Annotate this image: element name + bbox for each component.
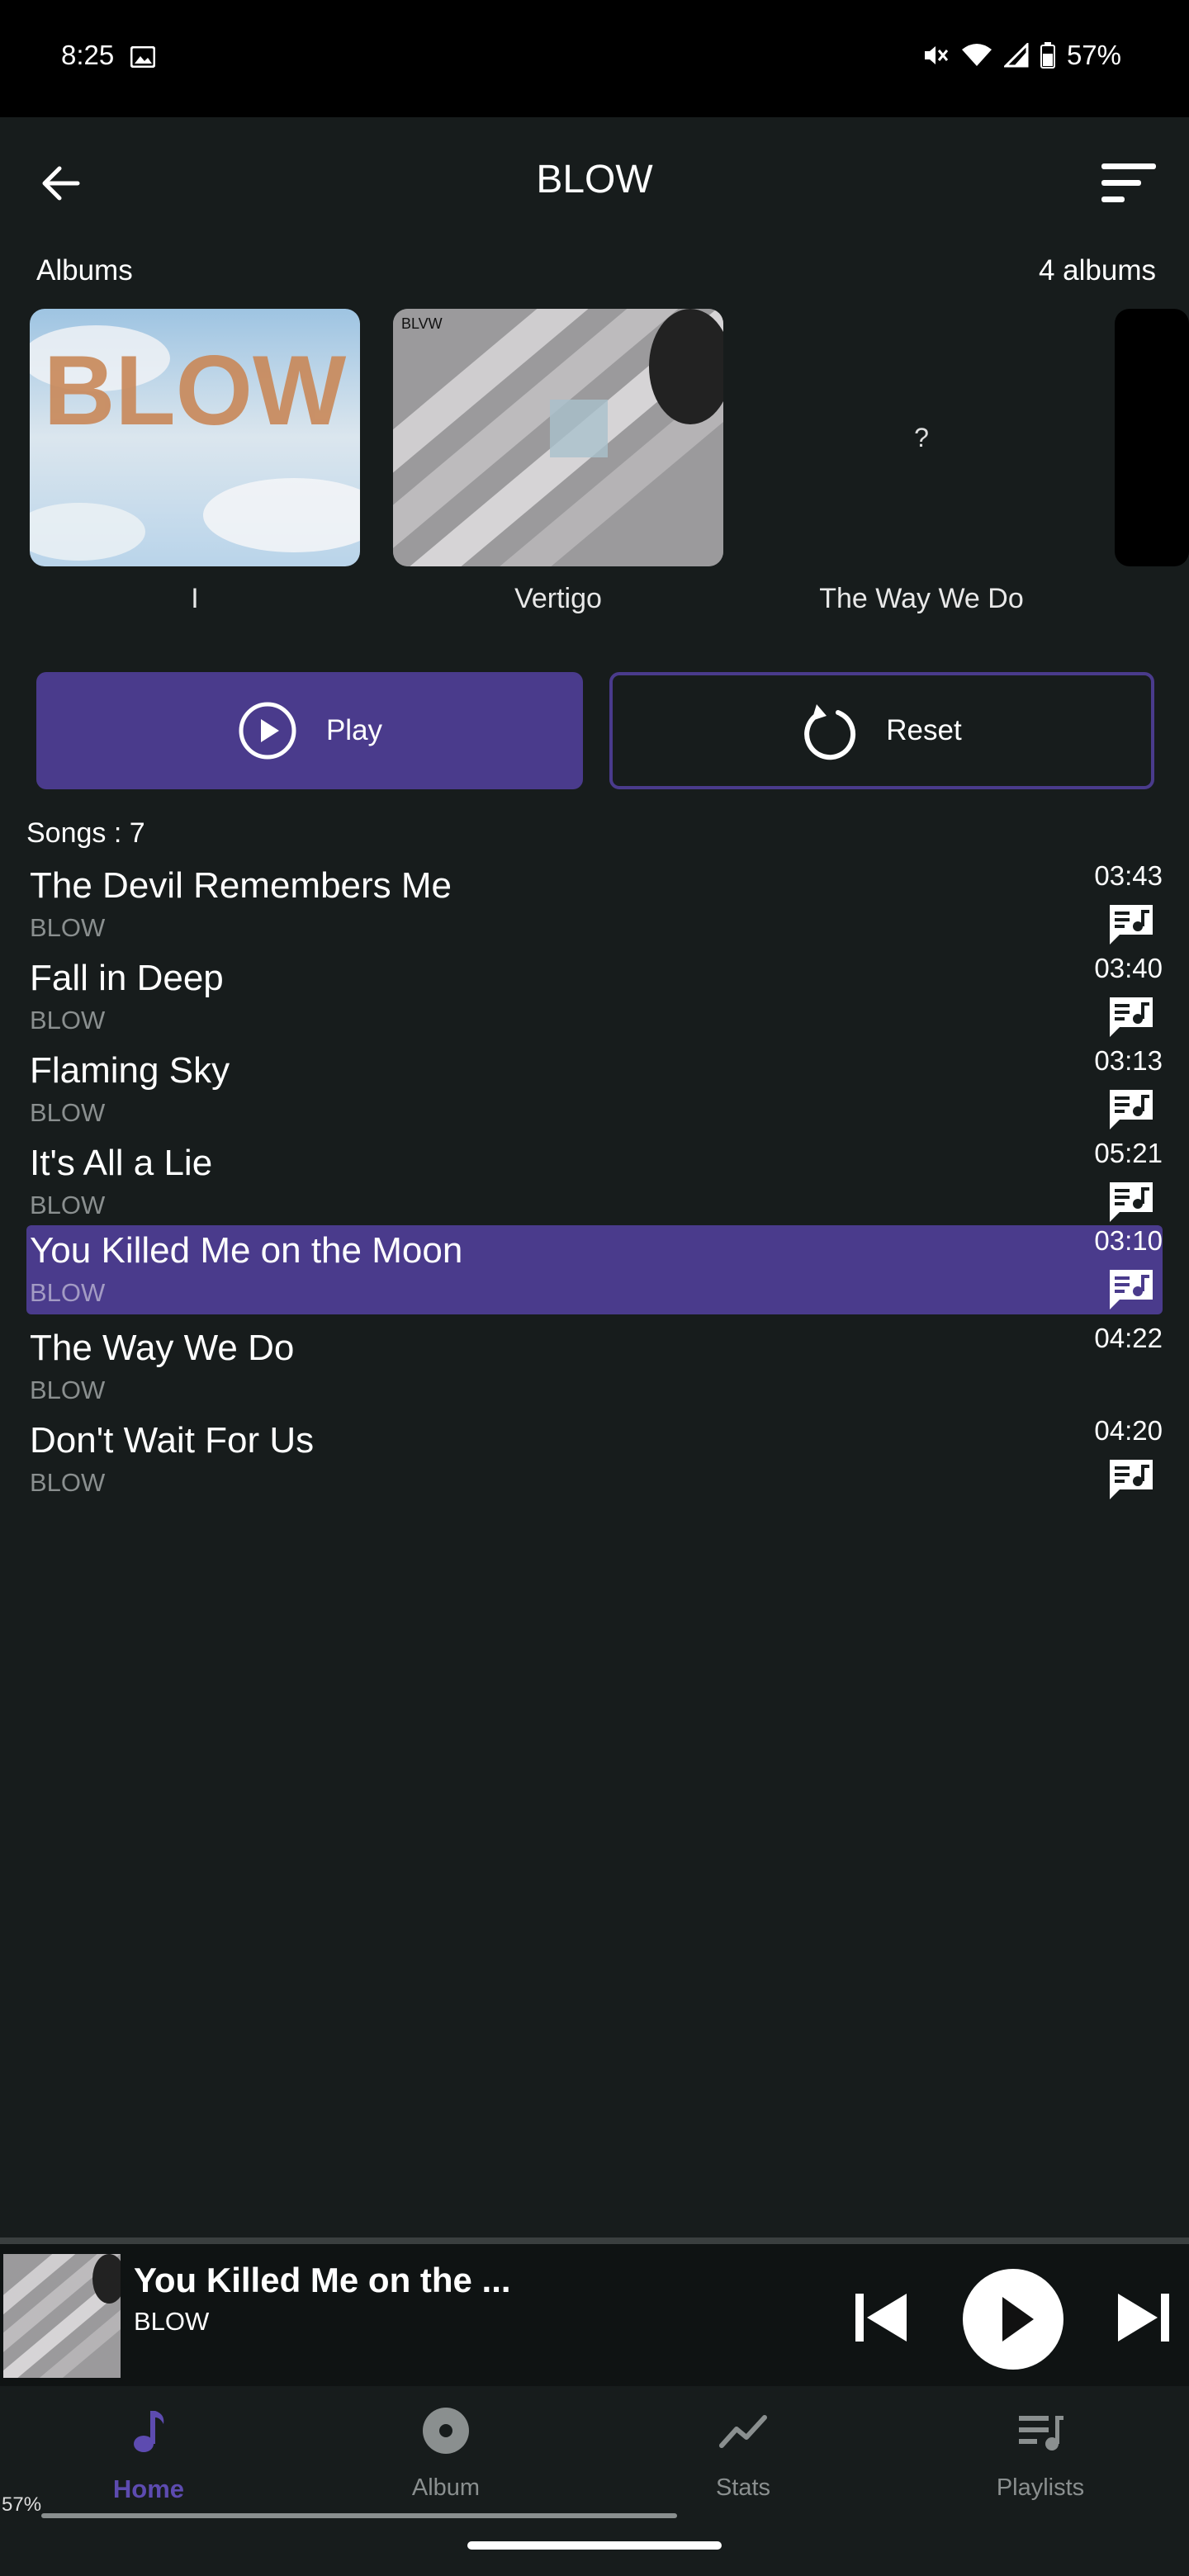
song-duration: 03:43 (1094, 860, 1163, 891)
songs-count: Songs : 7 (26, 817, 145, 849)
lyrics-icon[interactable] (1108, 996, 1154, 1039)
mini-player[interactable]: You Killed Me on the ... BLOW (0, 2244, 1189, 2386)
song-row[interactable]: Fall in Deep BLOW 03:40 (26, 953, 1163, 1042)
album-card-i[interactable]: BLOW I (30, 309, 360, 615)
song-title: Don't Wait For Us (30, 1420, 315, 1461)
song-duration: 03:10 (1094, 1225, 1163, 1256)
sort-icon[interactable] (1100, 162, 1158, 206)
song-title: Flaming Sky (30, 1050, 230, 1091)
mini-player-artist: BLOW (134, 2307, 210, 2336)
albums-label: Albums (36, 254, 133, 286)
album-card-the-way-we-do[interactable]: ? The Way We Do (756, 309, 1087, 615)
lyrics-icon[interactable] (1108, 1458, 1154, 1501)
lyrics-icon[interactable] (1108, 1088, 1154, 1131)
playback-progress-bar[interactable] (0, 2237, 1189, 2244)
song-artist: BLOW (30, 1098, 106, 1127)
placeholder-text: ? (914, 422, 929, 452)
album-title: The Way We Do (819, 583, 1024, 614)
song-artist: BLOW (30, 913, 106, 942)
play-button-label: Play (325, 714, 383, 746)
song-row[interactable]: Flaming Sky BLOW 03:13 (26, 1045, 1163, 1134)
album-art-text: BLOW (44, 335, 347, 446)
album-title: I (191, 583, 199, 614)
skip-next-icon[interactable] (1115, 2290, 1172, 2345)
album-disc-icon (423, 2408, 469, 2454)
play-pause-button[interactable] (963, 2269, 1063, 2370)
skip-previous-icon[interactable] (852, 2290, 910, 2345)
wifi-icon (961, 44, 992, 66)
play-circle-icon (239, 702, 296, 760)
song-duration: 05:21 (1094, 1138, 1163, 1168)
reset-icon (804, 704, 856, 760)
album-card-vertigo[interactable]: BLVW Vertigo (393, 309, 723, 615)
status-time: 8:25 (61, 40, 115, 70)
nav-playlists[interactable]: Playlists (925, 2406, 1156, 2502)
song-artist: BLOW (30, 1376, 106, 1404)
album-cover-vertigo: BLVW (393, 309, 723, 566)
lyrics-icon[interactable] (1108, 903, 1154, 946)
reset-button[interactable]: Reset (609, 672, 1154, 789)
progress-indicator (41, 2513, 677, 2518)
play-icon (1002, 2297, 1034, 2342)
song-title: Fall in Deep (30, 958, 224, 998)
lyrics-icon[interactable] (1108, 1268, 1154, 1311)
nav-home[interactable]: Home (33, 2406, 264, 2504)
mini-player-title: You Killed Me on the ... (134, 2261, 511, 2299)
song-row[interactable]: Don't Wait For Us BLOW 04:20 (26, 1415, 1163, 1504)
album-card-partial[interactable] (1115, 309, 1189, 566)
battery-percent: 57% (1066, 40, 1121, 70)
gesture-handle[interactable] (467, 2541, 722, 2550)
battery-icon (1040, 42, 1055, 69)
nav-stats[interactable]: Stats (628, 2406, 859, 2502)
page-title: BLOW (536, 158, 653, 201)
album-art-text: BLVW (401, 315, 443, 332)
nav-playlists-label: Playlists (996, 2474, 1085, 2501)
image-notification-icon (130, 46, 155, 68)
album-art (1115, 309, 1189, 566)
song-row[interactable]: It's All a Lie BLOW 05:21 (26, 1138, 1163, 1227)
reset-button-label: Reset (886, 714, 962, 746)
playlist-icon (1019, 2416, 1063, 2451)
music-note-icon (134, 2411, 164, 2452)
album-art: BLOW (30, 309, 360, 566)
mute-icon (924, 46, 949, 64)
song-duration: 03:40 (1094, 953, 1163, 983)
song-duration: 04:22 (1094, 1323, 1163, 1353)
song-row-playing[interactable]: You Killed Me on the Moon BLOW 03:10 (26, 1225, 1163, 1314)
play-button[interactable]: Play (36, 672, 583, 789)
bottom-navigation: Home Album Stats Playlists 57% (0, 2386, 1189, 2576)
song-duration: 04:20 (1094, 1415, 1163, 1446)
nav-album-label: Album (411, 2474, 481, 2501)
mini-player-album-art (3, 2254, 121, 2378)
song-artist: BLOW (30, 1191, 106, 1219)
song-duration: 03:13 (1094, 1045, 1163, 1076)
song-row[interactable]: The Devil Remembers Me BLOW 03:43 (26, 860, 1163, 949)
song-title: The Way We Do (30, 1328, 295, 1368)
nav-album[interactable]: Album (330, 2406, 561, 2502)
signal-icon (1003, 43, 1029, 68)
albums-count: 4 albums (1038, 254, 1156, 286)
progress-percent: 57% (2, 2493, 42, 2516)
song-row[interactable]: The Way We Do BLOW 04:22 (26, 1323, 1163, 1412)
song-artist: BLOW (30, 1278, 106, 1307)
song-title: It's All a Lie (30, 1143, 213, 1183)
album-cover-blow: BLOW (30, 325, 360, 561)
nav-stats-label: Stats (715, 2474, 771, 2501)
song-title: You Killed Me on the Moon (30, 1230, 463, 1271)
status-bar: 8:25 57% (0, 0, 1189, 117)
song-title: The Devil Remembers Me (30, 865, 452, 906)
song-artist: BLOW (30, 1468, 106, 1497)
album-art: BLVW (393, 309, 723, 566)
stats-trend-icon (719, 2415, 767, 2448)
nav-home-label: Home (112, 2474, 185, 2503)
lyrics-icon[interactable] (1108, 1181, 1154, 1224)
album-title: Vertigo (514, 583, 602, 614)
song-artist: BLOW (30, 1006, 106, 1035)
album-art-placeholder: ? (756, 309, 1087, 566)
